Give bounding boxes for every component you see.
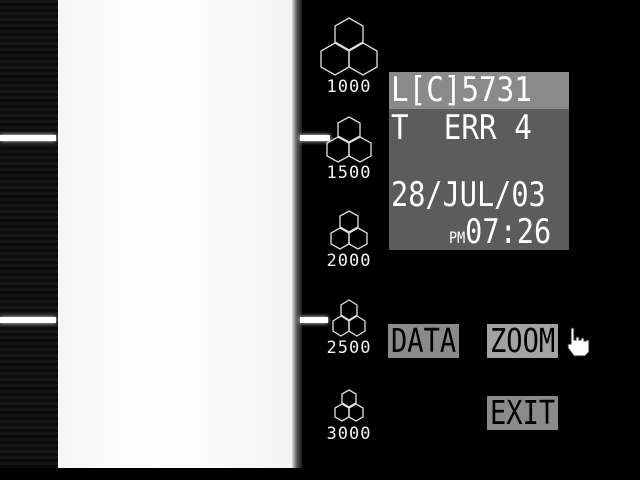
ampm-label: PM <box>449 228 466 247</box>
time-value: 07:26 <box>465 212 552 252</box>
scale-item-3000[interactable]: 3000 <box>310 389 388 443</box>
zoom-button-label: ZOOM <box>490 321 556 360</box>
scale-item-2000[interactable]: 2000 <box>310 210 388 270</box>
hexagon-cluster-icon <box>330 210 368 250</box>
scale-label: 3000 <box>326 424 372 444</box>
light-streak-upper-left <box>0 135 56 141</box>
zoom-button[interactable]: ZOOM <box>487 321 559 360</box>
zoom-scale: 1000 1500 2000 2500 3000 <box>310 0 388 468</box>
scale-label: 1500 <box>326 163 372 183</box>
scale-label: 2500 <box>326 338 372 358</box>
hexagon-cluster-icon <box>332 299 366 337</box>
scale-label: 1000 <box>326 77 372 97</box>
lot-code: L[C]5731 <box>391 70 532 110</box>
hand-pointer-icon <box>567 327 590 357</box>
scale-item-1000[interactable]: 1000 <box>310 16 388 96</box>
exit-button[interactable]: EXIT <box>487 393 559 432</box>
hexagon-cluster-icon <box>326 116 372 163</box>
error-status: T ERR 4 <box>391 108 532 148</box>
scale-item-2500[interactable]: 2500 <box>310 299 388 357</box>
scale-label: 2000 <box>326 251 372 271</box>
left-film-strip <box>0 0 58 468</box>
info-panel: L[C]5731 T ERR 4 28/JUL/03 PM07:26 <box>389 72 569 250</box>
exit-button-label: EXIT <box>490 393 556 432</box>
data-button[interactable]: DATA <box>388 321 460 360</box>
time-readout: PM07:26 <box>449 214 551 256</box>
hexagon-cluster-icon <box>320 17 378 76</box>
scale-item-1500[interactable]: 1500 <box>310 116 388 182</box>
bright-image-field <box>58 0 296 468</box>
light-streak-lower-left <box>0 317 56 323</box>
hexagon-cluster-icon <box>334 389 364 422</box>
bottom-band <box>0 468 640 480</box>
image-edge <box>292 0 302 468</box>
data-button-label: DATA <box>391 321 457 360</box>
date-readout: 28/JUL/03 <box>391 175 546 215</box>
